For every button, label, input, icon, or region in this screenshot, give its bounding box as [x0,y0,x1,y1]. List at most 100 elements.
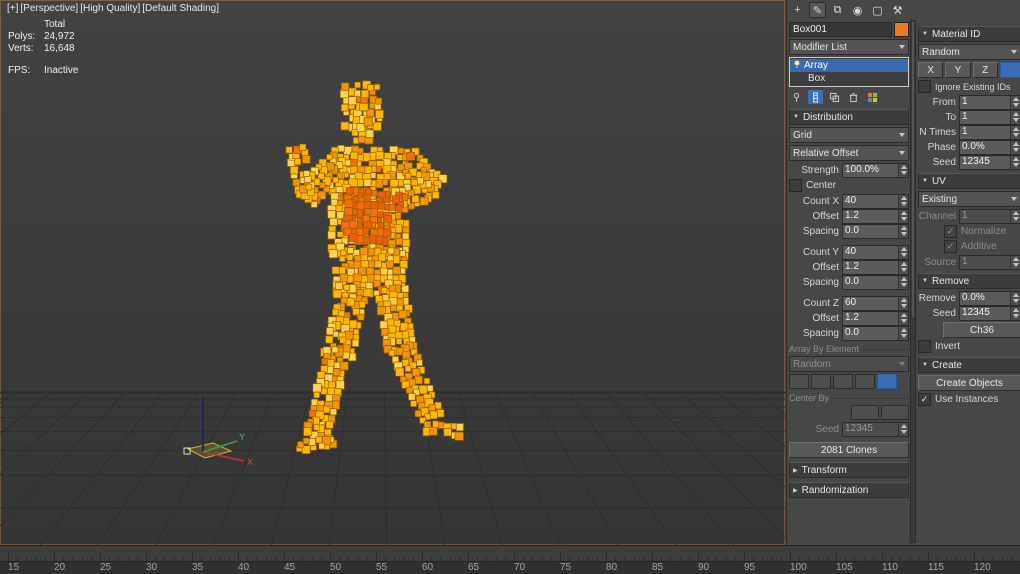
viewport-label-segment[interactable]: [+] [7,3,18,14]
element-option-button[interactable] [855,374,875,389]
spinner-arrows[interactable] [1010,96,1020,109]
stats-total-label: Total [44,19,65,31]
spinner-arrows[interactable] [898,312,908,325]
show-end-result-icon[interactable] [808,90,823,104]
spinner-field[interactable]: 12345 [959,155,1020,170]
spinner-arrows[interactable] [898,261,908,274]
spinner-arrows[interactable] [898,225,908,238]
additive-row[interactable]: Additive [944,240,1020,253]
normalize-row[interactable]: Normalize [944,225,1020,238]
ignore-existing-ids-row[interactable]: Ignore Existing IDs [918,80,1020,93]
remove-modifier-icon[interactable] [846,90,861,104]
center-checkbox[interactable] [789,179,802,192]
spinner-field[interactable]: 0.0% [959,140,1020,155]
material-id-axis-button-z[interactable]: Z [973,62,998,78]
display-tab-icon[interactable]: ▢ [869,2,886,18]
material-id-axis-button-x[interactable]: X [918,62,943,78]
spinner-field[interactable]: 12345 [959,306,1020,321]
modifier-stack-item-array[interactable]: Array [790,59,908,72]
spinner-arrows[interactable] [898,327,908,340]
spinner-field[interactable]: 0.0% [959,291,1020,306]
viewport-label-segment[interactable]: [Default Shading] [142,3,219,14]
spinner-field[interactable]: 0.0 [842,275,909,290]
uv-mode-dropdown[interactable]: Existing [918,191,1020,207]
rollout-uv[interactable]: ▼ UV [918,173,1020,189]
spinner-arrows[interactable] [1010,141,1020,154]
additive-checkbox[interactable] [944,240,957,253]
center-by-button[interactable] [881,405,909,420]
material-id-mode-dropdown[interactable]: Random [918,44,1020,60]
spinner-arrows[interactable] [1010,126,1020,139]
ignore-existing-ids-checkbox[interactable] [918,80,931,93]
center-by-button[interactable] [851,405,879,420]
spinner-field[interactable]: 1 [959,95,1020,110]
motion-tab-icon[interactable]: ◉ [849,2,866,18]
rollout-remove[interactable]: ▼ Remove [918,273,1020,289]
rollout-transform[interactable]: ▶ Transform [789,462,909,478]
remove-pick-button[interactable]: Ch36 [943,322,1020,338]
clones-count-button[interactable]: 2081 Clones [789,442,909,458]
element-option-button[interactable] [811,374,831,389]
create-tab-icon[interactable]: + [789,2,806,18]
spinner-field[interactable]: 1 [959,110,1020,125]
spinner-field[interactable]: 1 [959,125,1020,140]
object-name-field[interactable]: Box001 [789,22,892,37]
normalize-checkbox[interactable] [944,225,957,238]
modifier-stack-item-box[interactable]: Box [790,72,908,85]
hierarchy-tab-icon[interactable]: ⧉ [829,2,846,18]
scrollbar-thumb[interactable] [912,22,914,317]
spinner-field[interactable]: 100.0% [842,163,909,178]
spinner-field[interactable]: 0.0 [842,326,909,341]
rollout-randomization[interactable]: ▶ Randomization [789,482,909,498]
distribution-type-dropdown[interactable]: Grid [789,127,909,143]
spinner-arrows[interactable] [898,246,908,259]
use-instances-row[interactable]: Use Instances [918,393,1020,406]
modifier-enable-bulb-icon[interactable] [792,59,802,72]
spinner-field[interactable]: 1.2 [842,311,909,326]
create-objects-button[interactable]: Create Objects [918,375,1020,391]
spinner-arrows[interactable] [1010,156,1020,169]
spinner-field[interactable]: 0.0 [842,224,909,239]
utilities-tab-icon[interactable]: ⚒ [889,2,906,18]
spinner-arrows[interactable] [1010,292,1020,305]
spinner-field[interactable]: 40 [842,245,909,260]
offset-mode-dropdown[interactable]: Relative Offset [789,145,909,161]
time-track[interactable] [0,546,1020,562]
center-checkbox-row[interactable]: Center [789,179,909,192]
use-instances-checkbox[interactable] [918,393,931,406]
element-option-button[interactable] [789,374,809,389]
frame-tick [698,553,699,561]
viewport[interactable]: XY [+][Perspective][High Quality][Defaul… [0,0,785,545]
object-color-swatch[interactable] [894,22,909,37]
make-unique-icon[interactable] [827,90,842,104]
viewport-canvas[interactable]: XY [0,0,785,545]
spinner-arrows[interactable] [898,164,908,177]
spinner-field[interactable]: 40 [842,194,909,209]
invert-checkbox[interactable] [918,340,931,353]
frame-tick [928,553,929,561]
modifier-list-dropdown[interactable]: Modifier List [789,39,909,55]
material-id-extra-button[interactable] [1000,62,1020,78]
spinner-arrows[interactable] [1010,111,1020,124]
spinner-field[interactable]: 60 [842,296,909,311]
configure-modifier-sets-icon[interactable] [865,90,880,104]
spinner-field[interactable]: 1.2 [842,209,909,224]
element-option-button-active[interactable] [877,374,897,389]
spinner-arrows[interactable] [898,297,908,310]
pin-stack-icon[interactable] [789,90,804,104]
spinner-arrows[interactable] [1010,307,1020,320]
material-id-axis-button-y[interactable]: Y [945,62,970,78]
rollout-distribution[interactable]: ▼ Distribution [789,109,909,125]
rollout-material-id[interactable]: ▼ Material ID [918,26,1020,42]
spinner-arrows[interactable] [898,195,908,208]
viewport-label-segment[interactable]: [Perspective] [20,3,78,14]
invert-row[interactable]: Invert [918,340,1020,353]
modify-tab-icon[interactable]: ✎ [809,2,826,18]
spinner-arrows[interactable] [898,210,908,223]
spinner-arrows[interactable] [898,276,908,289]
rollout-create[interactable]: ▼ Create [918,357,1020,373]
viewport-label-segment[interactable]: [High Quality] [80,3,140,14]
element-option-button[interactable] [833,374,853,389]
panel-scrollbar[interactable] [910,20,916,543]
spinner-field[interactable]: 1.2 [842,260,909,275]
